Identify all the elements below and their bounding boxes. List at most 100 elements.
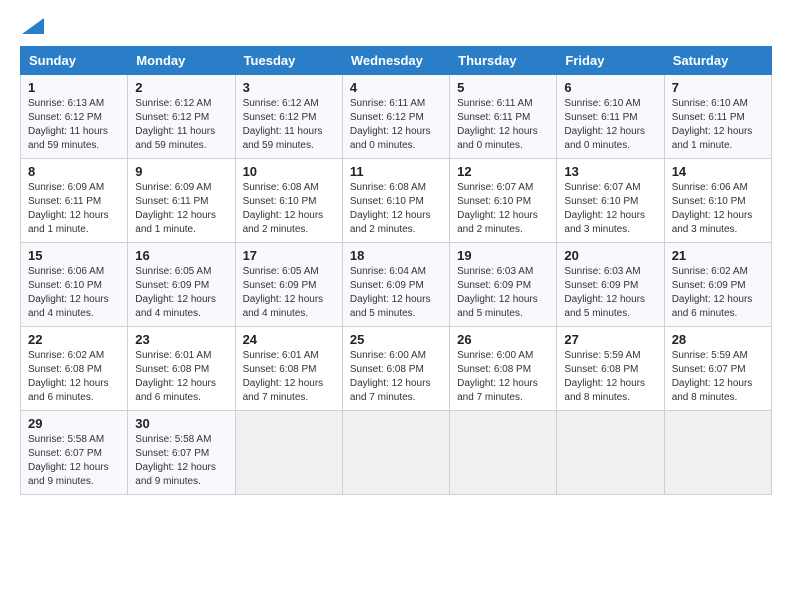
calendar-week-row: 22 Sunrise: 6:02 AM Sunset: 6:08 PM Dayli…	[21, 326, 772, 410]
day-number: 16	[135, 248, 227, 263]
day-number: 19	[457, 248, 549, 263]
day-info: Sunrise: 5:59 AM Sunset: 6:08 PM Dayligh…	[564, 349, 656, 405]
calendar-cell: 30 Sunrise: 5:58 AM Sunset: 6:07 PM Dayli…	[128, 410, 235, 494]
calendar-cell: 28Sunrise: 5:59 AM Sunset: 6:07 PM Dayli…	[664, 326, 771, 410]
day-info: Sunrise: 6:06 AM Sunset: 6:10 PM Dayligh…	[28, 265, 120, 321]
calendar-cell: 5 Sunrise: 6:11 AM Sunset: 6:11 PM Daylig…	[450, 74, 557, 158]
day-info: Sunrise: 6:07 AM Sunset: 6:10 PM Dayligh…	[564, 181, 656, 237]
day-info: Sunrise: 6:05 AM Sunset: 6:09 PM Dayligh…	[135, 265, 227, 321]
calendar-cell: 7 Sunrise: 6:10 AM Sunset: 6:11 PM Daylig…	[664, 74, 771, 158]
calendar-cell: 17 Sunrise: 6:05 AM Sunset: 6:09 PM Dayli…	[235, 242, 342, 326]
day-number: 29	[28, 416, 120, 431]
calendar-cell: 2Sunrise: 6:12 AM Sunset: 6:12 PM Daylig…	[128, 74, 235, 158]
day-number: 3	[243, 80, 335, 95]
calendar-cell	[235, 410, 342, 494]
calendar-cell	[664, 410, 771, 494]
day-number: 4	[350, 80, 442, 95]
day-info: Sunrise: 6:11 AM Sunset: 6:11 PM Dayligh…	[457, 97, 549, 153]
day-number: 26	[457, 332, 549, 347]
day-info: Sunrise: 6:09 AM Sunset: 6:11 PM Dayligh…	[135, 181, 227, 237]
day-number: 13	[564, 164, 656, 179]
day-info: Sunrise: 6:06 AM Sunset: 6:10 PM Dayligh…	[672, 181, 764, 237]
logo	[20, 16, 44, 36]
day-number: 30	[135, 416, 227, 431]
calendar-cell: 24 Sunrise: 6:01 AM Sunset: 6:08 PM Dayli…	[235, 326, 342, 410]
day-info: Sunrise: 6:05 AM Sunset: 6:09 PM Dayligh…	[243, 265, 335, 321]
calendar-week-row: 1 Sunrise: 6:13 AM Sunset: 6:12 PM Daylig…	[21, 74, 772, 158]
day-info: Sunrise: 6:01 AM Sunset: 6:08 PM Dayligh…	[243, 349, 335, 405]
calendar-cell: 29 Sunrise: 5:58 AM Sunset: 6:07 PM Dayli…	[21, 410, 128, 494]
calendar-cell	[557, 410, 664, 494]
calendar-cell: 6 Sunrise: 6:10 AM Sunset: 6:11 PM Daylig…	[557, 74, 664, 158]
day-info: Sunrise: 6:02 AM Sunset: 6:08 PM Dayligh…	[28, 349, 120, 405]
day-info: Sunrise: 5:58 AM Sunset: 6:07 PM Dayligh…	[135, 433, 227, 489]
calendar-cell: 13 Sunrise: 6:07 AM Sunset: 6:10 PM Dayli…	[557, 158, 664, 242]
day-number: 21	[672, 248, 764, 263]
day-number: 27	[564, 332, 656, 347]
calendar-cell	[342, 410, 449, 494]
calendar-week-row: 29 Sunrise: 5:58 AM Sunset: 6:07 PM Dayli…	[21, 410, 772, 494]
day-info: Sunrise: 6:09 AM Sunset: 6:11 PM Dayligh…	[28, 181, 120, 237]
calendar-cell	[450, 410, 557, 494]
day-number: 6	[564, 80, 656, 95]
day-number: 5	[457, 80, 549, 95]
calendar-week-row: 8 Sunrise: 6:09 AM Sunset: 6:11 PM Daylig…	[21, 158, 772, 242]
day-number: 15	[28, 248, 120, 263]
day-info: Sunrise: 5:59 AM Sunset: 6:07 PM Dayligh…	[672, 349, 764, 405]
day-info: Sunrise: 6:13 AM Sunset: 6:12 PM Dayligh…	[28, 97, 120, 153]
calendar-cell: 25Sunrise: 6:00 AM Sunset: 6:08 PM Dayli…	[342, 326, 449, 410]
header-tuesday: Tuesday	[235, 46, 342, 74]
day-number: 20	[564, 248, 656, 263]
header-wednesday: Wednesday	[342, 46, 449, 74]
calendar-cell: 16 Sunrise: 6:05 AM Sunset: 6:09 PM Dayli…	[128, 242, 235, 326]
calendar-cell: 18 Sunrise: 6:04 AM Sunset: 6:09 PM Dayli…	[342, 242, 449, 326]
day-number: 10	[243, 164, 335, 179]
calendar-cell: 1 Sunrise: 6:13 AM Sunset: 6:12 PM Daylig…	[21, 74, 128, 158]
calendar-table: Sunday Monday Tuesday Wednesday Thursday…	[20, 46, 772, 495]
day-info: Sunrise: 6:04 AM Sunset: 6:09 PM Dayligh…	[350, 265, 442, 321]
day-number: 7	[672, 80, 764, 95]
day-number: 12	[457, 164, 549, 179]
day-info: Sunrise: 6:00 AM Sunset: 6:08 PM Dayligh…	[350, 349, 442, 405]
day-number: 17	[243, 248, 335, 263]
day-number: 23	[135, 332, 227, 347]
calendar-cell: 10 Sunrise: 6:08 AM Sunset: 6:10 PM Dayli…	[235, 158, 342, 242]
day-info: Sunrise: 6:00 AM Sunset: 6:08 PM Dayligh…	[457, 349, 549, 405]
header-thursday: Thursday	[450, 46, 557, 74]
calendar-cell: 15 Sunrise: 6:06 AM Sunset: 6:10 PM Dayli…	[21, 242, 128, 326]
day-info: Sunrise: 6:03 AM Sunset: 6:09 PM Dayligh…	[457, 265, 549, 321]
day-info: Sunrise: 6:10 AM Sunset: 6:11 PM Dayligh…	[564, 97, 656, 153]
header-sunday: Sunday	[21, 46, 128, 74]
calendar-cell: 27 Sunrise: 5:59 AM Sunset: 6:08 PM Dayli…	[557, 326, 664, 410]
day-number: 1	[28, 80, 120, 95]
day-number: 18	[350, 248, 442, 263]
day-info: Sunrise: 6:08 AM Sunset: 6:10 PM Dayligh…	[350, 181, 442, 237]
calendar-header-row: Sunday Monday Tuesday Wednesday Thursday…	[21, 46, 772, 74]
day-info: Sunrise: 6:10 AM Sunset: 6:11 PM Dayligh…	[672, 97, 764, 153]
day-info: Sunrise: 6:12 AM Sunset: 6:12 PM Dayligh…	[243, 97, 335, 153]
day-number: 14	[672, 164, 764, 179]
day-info: Sunrise: 6:07 AM Sunset: 6:10 PM Dayligh…	[457, 181, 549, 237]
calendar-cell: 14 Sunrise: 6:06 AM Sunset: 6:10 PM Dayli…	[664, 158, 771, 242]
day-number: 24	[243, 332, 335, 347]
calendar-cell: 22 Sunrise: 6:02 AM Sunset: 6:08 PM Dayli…	[21, 326, 128, 410]
day-info: Sunrise: 5:58 AM Sunset: 6:07 PM Dayligh…	[28, 433, 120, 489]
page-header	[20, 16, 772, 36]
day-number: 22	[28, 332, 120, 347]
day-info: Sunrise: 6:11 AM Sunset: 6:12 PM Dayligh…	[350, 97, 442, 153]
day-info: Sunrise: 6:12 AM Sunset: 6:12 PM Dayligh…	[135, 97, 227, 153]
logo-icon	[22, 18, 44, 34]
day-info: Sunrise: 6:02 AM Sunset: 6:09 PM Dayligh…	[672, 265, 764, 321]
calendar-cell: 23Sunrise: 6:01 AM Sunset: 6:08 PM Dayli…	[128, 326, 235, 410]
calendar-cell: 11 Sunrise: 6:08 AM Sunset: 6:10 PM Dayli…	[342, 158, 449, 242]
calendar-cell: 4 Sunrise: 6:11 AM Sunset: 6:12 PM Daylig…	[342, 74, 449, 158]
day-info: Sunrise: 6:03 AM Sunset: 6:09 PM Dayligh…	[564, 265, 656, 321]
day-info: Sunrise: 6:08 AM Sunset: 6:10 PM Dayligh…	[243, 181, 335, 237]
day-number: 8	[28, 164, 120, 179]
day-number: 11	[350, 164, 442, 179]
header-saturday: Saturday	[664, 46, 771, 74]
calendar-cell: 20 Sunrise: 6:03 AM Sunset: 6:09 PM Dayli…	[557, 242, 664, 326]
calendar-cell: 9 Sunrise: 6:09 AM Sunset: 6:11 PM Daylig…	[128, 158, 235, 242]
calendar-cell: 21 Sunrise: 6:02 AM Sunset: 6:09 PM Dayli…	[664, 242, 771, 326]
day-number: 9	[135, 164, 227, 179]
